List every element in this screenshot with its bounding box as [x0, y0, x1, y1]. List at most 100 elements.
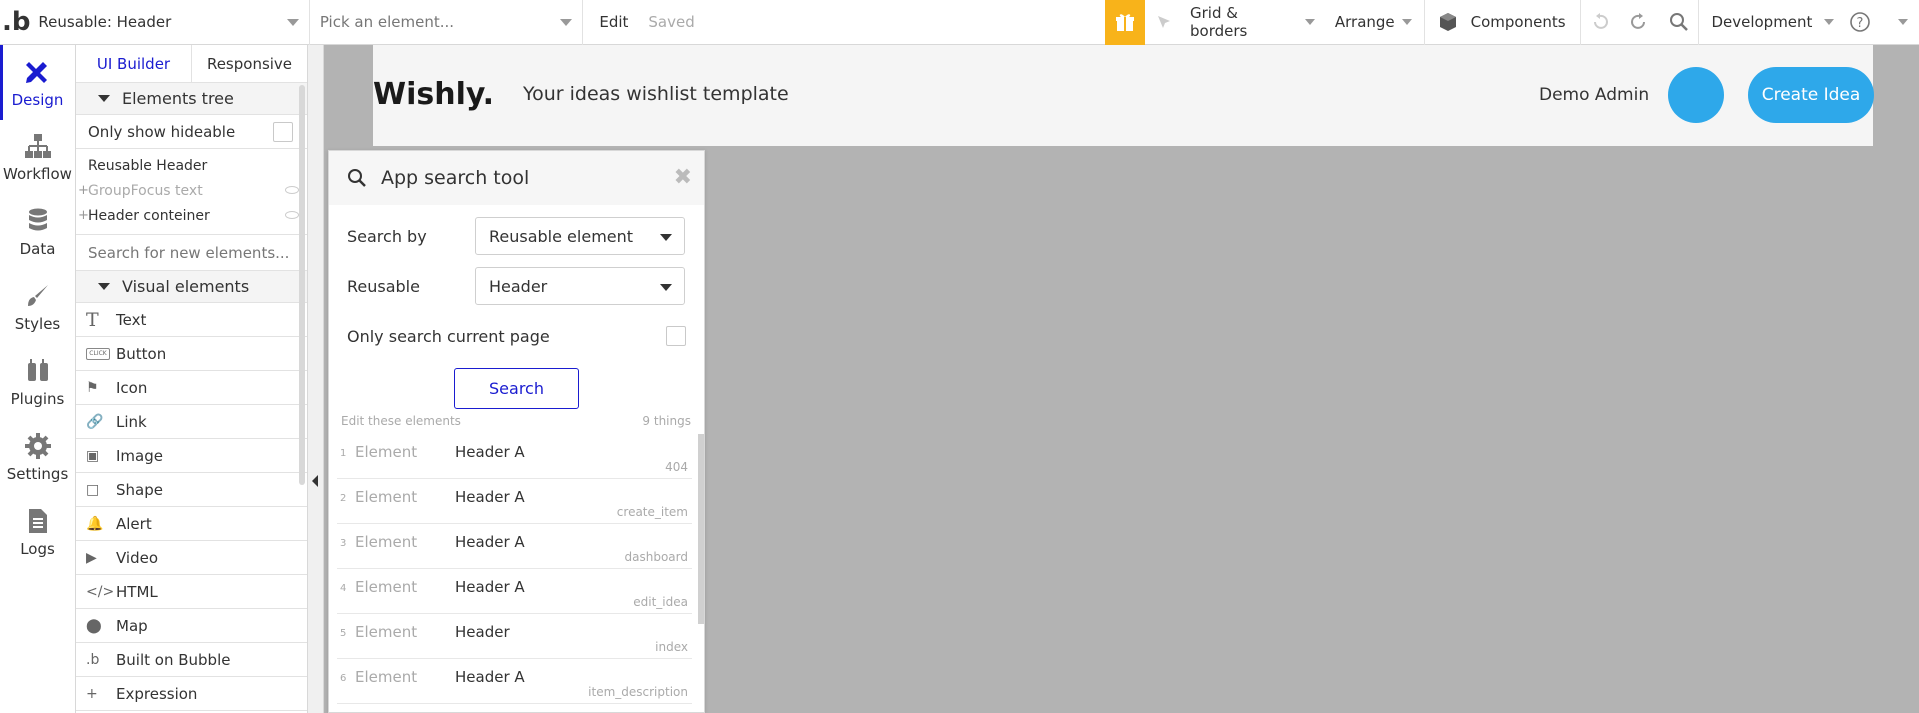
nav-settings[interactable]: Settings: [0, 420, 75, 495]
visual-element-label: Built on Bubble: [116, 650, 231, 669]
help-button[interactable]: ?: [1840, 0, 1879, 45]
visual-element-item[interactable]: ▶ Video: [76, 541, 307, 575]
visual-element-item[interactable]: 🔔 Alert: [76, 507, 307, 541]
menu-button[interactable]: [1880, 0, 1919, 45]
visual-elements-list: T Text CLICK Button ⚑ Icon 🔗 Link ▣ Image □ Shape 🔔 A…: [76, 303, 307, 711]
create-idea-button[interactable]: Create Idea: [1748, 67, 1874, 123]
visual-element-item[interactable]: CLICK Button: [76, 337, 307, 371]
result-name: Header A: [455, 488, 525, 506]
eye-icon[interactable]: [285, 186, 299, 194]
search-by-select[interactable]: Reusable element: [475, 217, 685, 255]
result-number: 6: [340, 673, 347, 684]
results-list: 1 Element Header A 404 2 Element Header A creat…: [337, 434, 692, 704]
visual-element-item[interactable]: .b Built on Bubble: [76, 643, 307, 677]
visual-element-label: Shape: [116, 480, 163, 499]
nav-design-label: Design: [11, 91, 64, 109]
panel-collapse-handle[interactable]: [308, 45, 324, 713]
edit-menu[interactable]: Edit: [599, 13, 628, 31]
grid-borders-menu[interactable]: Grid & borders: [1184, 0, 1321, 45]
result-row[interactable]: 2 Element Header A create_item: [337, 479, 692, 524]
element-picker[interactable]: Pick an element...: [310, 0, 584, 45]
result-row[interactable]: 1 Element Header A 404: [337, 434, 692, 479]
expand-icon[interactable]: +: [78, 208, 89, 223]
search-icon: [348, 169, 366, 187]
results-scrollbar[interactable]: [698, 434, 704, 624]
nav-logs[interactable]: Logs: [0, 495, 75, 570]
gift-button[interactable]: [1105, 0, 1145, 45]
visual-element-icon: ▶: [86, 549, 97, 566]
chevron-down-icon: [660, 284, 672, 291]
reusable-label: Reusable: [347, 276, 420, 296]
visual-element-item[interactable]: ⬤ Map: [76, 609, 307, 643]
expand-icon[interactable]: +: [78, 183, 89, 198]
saved-status: Saved: [648, 13, 695, 31]
result-name: Header A: [455, 668, 525, 686]
search-tool-header[interactable]: App search tool ✖: [329, 151, 704, 205]
panel-scrollbar[interactable]: [299, 85, 305, 485]
bubble-logo[interactable]: .b: [0, 0, 32, 45]
only-current-page-checkbox[interactable]: [666, 326, 686, 346]
only-hideable-checkbox[interactable]: [273, 121, 293, 142]
visual-element-label: Map: [116, 616, 148, 635]
search-button[interactable]: [1659, 0, 1698, 45]
design-icon: [25, 62, 47, 83]
admin-name[interactable]: Demo Admin: [1539, 85, 1649, 105]
visual-element-item[interactable]: 🔗 Link: [76, 405, 307, 439]
tree-item-header-container[interactable]: + Header conteiner: [76, 203, 307, 228]
result-page: dashboard: [624, 550, 688, 564]
only-current-page-row: Only search current page: [329, 311, 704, 361]
visual-element-label: Text: [116, 310, 147, 329]
search-new-elements-input[interactable]: Search for new elements...: [76, 234, 307, 271]
reusable-select[interactable]: Header: [475, 267, 685, 305]
gift-icon: [1116, 14, 1135, 31]
search-button[interactable]: Search: [454, 368, 579, 409]
environment-selector[interactable]: Development: [1699, 0, 1840, 45]
result-page: 404: [665, 460, 688, 474]
nav-workflow[interactable]: Workflow: [0, 120, 75, 195]
brand-logo-text[interactable]: Wishly.: [373, 77, 494, 112]
visual-element-item[interactable]: + Expression: [76, 677, 307, 711]
data-icon: [28, 208, 47, 231]
result-row[interactable]: 5 Element Header index: [337, 614, 692, 659]
tree-item-groupfocus[interactable]: + GroupFocus text: [76, 178, 307, 203]
nav-plugins[interactable]: Plugins: [0, 345, 75, 420]
visual-element-item[interactable]: </> HTML: [76, 575, 307, 609]
nav-design[interactable]: Design: [0, 45, 75, 120]
cursor-tool[interactable]: [1145, 0, 1184, 45]
visual-elements-header[interactable]: Visual elements: [76, 271, 307, 303]
visual-element-item[interactable]: ⚑ Icon: [76, 371, 307, 405]
edit-elements-label[interactable]: Edit these elements: [341, 414, 461, 428]
arrange-menu[interactable]: Arrange: [1329, 0, 1418, 45]
elements-tree-label: Elements tree: [122, 89, 234, 108]
tagline-text[interactable]: Your ideas wishlist template: [523, 83, 789, 105]
nav-styles[interactable]: Styles: [0, 270, 75, 345]
page-selector[interactable]: Reusable: Header: [32, 0, 310, 45]
elements-tree-header[interactable]: Elements tree: [76, 83, 307, 115]
result-name: Header A: [455, 533, 525, 551]
search-tool-title: App search tool: [381, 167, 530, 189]
reusable-header-preview: Wishly. Your ideas wishlist template Dem…: [373, 45, 1874, 146]
triangle-down-icon: [98, 95, 110, 102]
components-button[interactable]: Components: [1425, 0, 1572, 45]
result-row[interactable]: 3 Element Header A dashboard: [337, 524, 692, 569]
undo-button[interactable]: [1581, 0, 1620, 45]
result-row[interactable]: 4 Element Header A edit_idea: [337, 569, 692, 614]
cursor-icon: [1158, 16, 1171, 28]
chevron-down-icon: [660, 234, 672, 241]
result-number: 2: [340, 493, 347, 504]
avatar[interactable]: [1668, 67, 1724, 123]
tree-item-reusable-header[interactable]: Reusable Header: [76, 153, 307, 178]
close-icon[interactable]: ✖: [674, 165, 692, 190]
visual-element-item[interactable]: ▣ Image: [76, 439, 307, 473]
tab-ui-builder[interactable]: UI Builder: [76, 45, 192, 82]
chevron-down-icon: [1304, 19, 1315, 25]
arrange-label: Arrange: [1334, 13, 1395, 31]
result-row[interactable]: 6 Element Header A item_description: [337, 659, 692, 704]
redo-button[interactable]: [1620, 0, 1659, 45]
search-by-label: Search by: [347, 226, 427, 246]
nav-data[interactable]: Data: [0, 195, 75, 270]
visual-element-item[interactable]: T Text: [76, 303, 307, 337]
eye-icon[interactable]: [285, 211, 299, 219]
tab-responsive[interactable]: Responsive: [192, 45, 307, 82]
visual-element-item[interactable]: □ Shape: [76, 473, 307, 507]
